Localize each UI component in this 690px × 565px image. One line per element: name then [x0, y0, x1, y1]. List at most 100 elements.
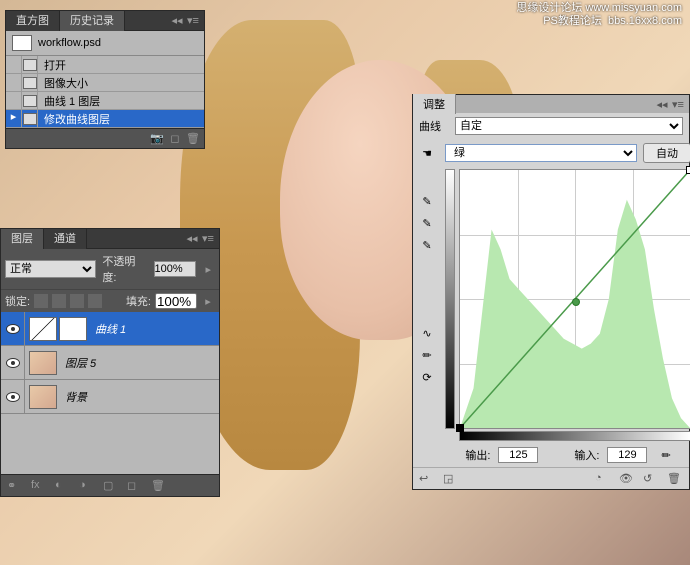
layer-row[interactable]: 曲线 1 — [1, 312, 219, 346]
input-label: 输入: — [574, 447, 599, 463]
watermark: 思缘设计论坛 www.missyuan.com PS教程论坛 bbs.16xx8… — [516, 2, 682, 28]
adjustments-panel: 调整 ◂◂ ▾≡ 曲线 自定 ☚ ✎ ✎ ✎ ∿ ✏ ⟳ 绿 自动 — [412, 94, 690, 490]
tab-layers[interactable]: 图层 — [1, 229, 44, 249]
lock-label: 锁定: — [5, 293, 30, 309]
layer-thumb-icon — [29, 351, 57, 375]
curves-layer-icon — [23, 95, 37, 107]
fill-input[interactable] — [155, 293, 197, 309]
document-name: workflow.psd — [38, 37, 101, 49]
io-row: 输出: 输入: ✏ — [445, 447, 690, 463]
collapse-icon[interactable]: ◂◂ — [185, 232, 199, 246]
tab-adjustments[interactable]: 调整 — [413, 94, 456, 114]
link-icon[interactable]: ⚭ — [7, 479, 23, 493]
blend-controls: 正常 不透明度: ▸ — [1, 249, 219, 289]
panel-tabs: 图层 通道 ◂◂ ▾≡ — [1, 229, 219, 249]
panel-footer: 📷 ◻ 🗑 — [6, 128, 204, 148]
visibility-icon[interactable] — [6, 324, 20, 334]
menu-icon[interactable]: ▾≡ — [201, 232, 215, 246]
output-gradient — [445, 169, 455, 429]
tab-channels[interactable]: 通道 — [44, 229, 87, 249]
lock-transparency-icon[interactable] — [34, 294, 48, 308]
adjust-footer: ↩ ◲ ◔ 👁 ↺ 🗑 — [413, 467, 689, 489]
opacity-input[interactable] — [154, 261, 196, 277]
panel-tabs: 直方图 历史记录 ◂◂ ▾≡ — [6, 11, 204, 31]
gray-eyedropper-icon[interactable]: ✎ — [417, 215, 437, 231]
document-thumb-icon — [12, 35, 32, 51]
history-panel: 直方图 历史记录 ◂◂ ▾≡ workflow.psd 打开 图像大小 曲线 1… — [5, 10, 205, 149]
lock-position-icon[interactable] — [70, 294, 84, 308]
curve-black-point[interactable] — [456, 424, 464, 432]
curves-label: 曲线 — [419, 118, 449, 134]
opacity-label: 不透明度: — [102, 253, 147, 285]
document-row[interactable]: workflow.psd — [6, 31, 204, 56]
layer-row[interactable]: 图层 5 — [1, 346, 219, 380]
output-label: 输出: — [465, 447, 490, 463]
modify-curves-icon — [23, 113, 37, 125]
visibility-icon[interactable] — [6, 358, 20, 368]
auto-button[interactable]: 自动 — [643, 143, 690, 163]
collapse-icon[interactable]: ◂◂ — [655, 97, 669, 111]
trash-icon[interactable]: 🗑 — [186, 132, 200, 146]
smooth-icon[interactable]: ⟳ — [417, 369, 437, 385]
input-input[interactable] — [607, 447, 647, 463]
mask-thumb-icon[interactable] — [59, 317, 87, 341]
blend-mode-select[interactable]: 正常 — [5, 260, 96, 278]
white-eyedropper-icon[interactable]: ✎ — [417, 237, 437, 253]
curves-graph[interactable] — [459, 169, 690, 429]
tab-history[interactable]: 历史记录 — [60, 11, 125, 31]
visibility-icon[interactable]: 👁 — [619, 472, 635, 486]
history-item[interactable]: ▸ 修改曲线图层 — [6, 110, 204, 128]
layer-thumb-icon — [29, 385, 57, 409]
curves-body: ☚ ✎ ✎ ✎ ∿ ✏ ⟳ 绿 自动 — [413, 139, 689, 467]
expand-icon[interactable]: ◲ — [443, 472, 459, 486]
fill-label: 填充: — [126, 293, 151, 309]
layer-row[interactable]: 背景 — [1, 380, 219, 414]
lock-pixels-icon[interactable] — [52, 294, 66, 308]
history-item[interactable]: 曲线 1 图层 — [6, 92, 204, 110]
return-icon[interactable]: ↩ — [419, 472, 435, 486]
lock-all-icon[interactable] — [88, 294, 102, 308]
curve-white-point[interactable] — [686, 166, 690, 174]
tool-column: ☚ ✎ ✎ ✎ ∿ ✏ ⟳ — [413, 139, 441, 467]
curve-point[interactable] — [572, 298, 580, 306]
preset-row: 曲线 自定 — [413, 113, 689, 139]
history-item[interactable]: 图像大小 — [6, 74, 204, 92]
new-state-icon[interactable]: ◻ — [168, 132, 182, 146]
mask-icon[interactable]: ◐ — [55, 479, 71, 493]
menu-icon[interactable]: ▾≡ — [671, 97, 685, 111]
visibility-icon[interactable] — [6, 392, 20, 402]
pencil-icon[interactable]: ✏ — [661, 449, 670, 462]
pencil-mode-icon[interactable]: ✏ — [417, 347, 437, 363]
output-input[interactable] — [498, 447, 538, 463]
channel-select[interactable]: 绿 — [445, 144, 637, 162]
history-item[interactable]: 打开 — [6, 56, 204, 74]
reset-icon[interactable]: ↺ — [643, 472, 659, 486]
collapse-icon[interactable]: ◂◂ — [170, 14, 184, 28]
layers-list: 曲线 1 图层 5 背景 — [1, 312, 219, 474]
adjustment-icon[interactable]: ◑ — [79, 479, 95, 493]
fx-icon[interactable]: fx — [31, 479, 47, 493]
clip-icon[interactable]: ◔ — [595, 472, 611, 486]
chevron-icon[interactable]: ▸ — [201, 294, 215, 308]
target-adjust-icon[interactable]: ☚ — [417, 145, 437, 161]
input-gradient — [459, 431, 690, 441]
tab-histogram[interactable]: 直方图 — [6, 11, 60, 31]
lock-controls: 锁定: 填充: ▸ — [1, 289, 219, 312]
history-list: 打开 图像大小 曲线 1 图层 ▸ 修改曲线图层 — [6, 56, 204, 128]
layers-panel: 图层 通道 ◂◂ ▾≡ 正常 不透明度: ▸ 锁定: 填充: ▸ 曲线 1 图层 — [0, 228, 220, 497]
chevron-icon[interactable]: ▸ — [202, 262, 215, 276]
panel-tabs: 调整 ◂◂ ▾≡ — [413, 95, 689, 113]
menu-icon[interactable]: ▾≡ — [186, 14, 200, 28]
preset-select[interactable]: 自定 — [455, 117, 683, 135]
new-layer-icon[interactable]: ◻ — [127, 479, 143, 493]
channel-row: 绿 自动 — [445, 143, 690, 163]
layer-thumb-icon — [29, 317, 57, 341]
trash-icon[interactable]: 🗑 — [667, 472, 683, 486]
layers-footer: ⚭ fx ◐ ◑ ▢ ◻ 🗑 — [1, 474, 219, 496]
open-icon — [23, 59, 37, 71]
snapshot-icon[interactable]: 📷 — [150, 132, 164, 146]
black-eyedropper-icon[interactable]: ✎ — [417, 193, 437, 209]
curve-mode-icon[interactable]: ∿ — [417, 325, 437, 341]
group-icon[interactable]: ▢ — [103, 479, 119, 493]
trash-icon[interactable]: 🗑 — [151, 479, 167, 493]
